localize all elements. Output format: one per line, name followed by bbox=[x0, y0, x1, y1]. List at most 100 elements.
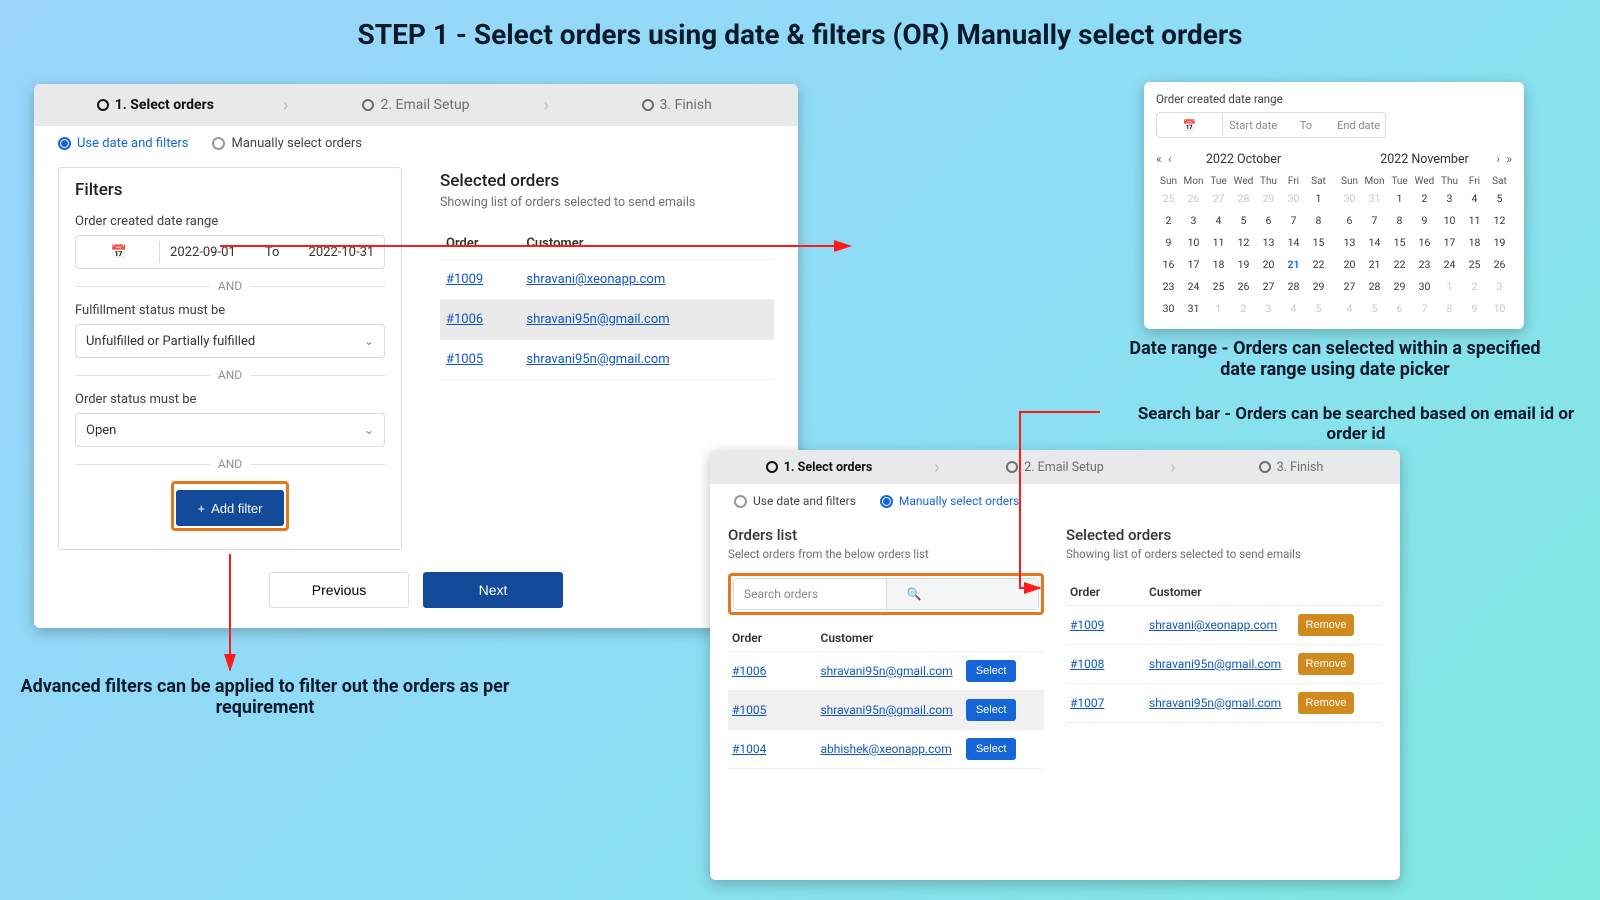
customer-link[interactable]: shravani95n@gmail.com bbox=[820, 664, 952, 678]
fulfillment-label: Fulfillment status must be bbox=[75, 303, 385, 318]
chevron-right-icon: › bbox=[277, 95, 295, 116]
table-row: #1005 shravani95n@gmail.com Select bbox=[728, 691, 1044, 730]
calendar-days[interactable]: 2526272829301234567891011121314151617181… bbox=[1156, 187, 1331, 319]
panel-select-filters: 1. Select orders › 2. Email Setup › 3. F… bbox=[34, 84, 798, 628]
selected-orders-title: Selected orders bbox=[440, 171, 774, 191]
order-link[interactable]: #1009 bbox=[446, 272, 483, 287]
selected-orders-table: Order Customer #1009 shravani@xeonapp.co… bbox=[440, 228, 774, 380]
customer-link[interactable]: shravani@xeonapp.com bbox=[526, 272, 665, 287]
col-customer: Customer bbox=[1145, 579, 1294, 606]
wizard-steps: 1. Select orders › 2. Email Setup › 3. F… bbox=[34, 84, 798, 126]
table-row: #1005 shravani95n@gmail.com bbox=[440, 340, 774, 380]
dow-row: SunMonTueWedThuFriSat bbox=[1156, 176, 1331, 187]
orders-list-panel: Orders list Select orders from the below… bbox=[728, 526, 1044, 769]
col-customer: Customer bbox=[520, 228, 774, 260]
customer-link[interactable]: shravani95n@gmail.com bbox=[1149, 696, 1281, 710]
caption-search-bar: Search bar - Orders can be searched base… bbox=[1126, 404, 1586, 444]
date-range-input[interactable]: 📅 2022-09-01 To 2022-10-31 bbox=[75, 235, 385, 269]
order-link[interactable]: #1005 bbox=[732, 703, 766, 717]
remove-button[interactable]: Remove bbox=[1298, 614, 1355, 636]
radio-use-date[interactable]: Use date and filters bbox=[734, 494, 856, 508]
calendar-days[interactable]: 3031123456789101112131415161718192021222… bbox=[1337, 187, 1512, 319]
select-button[interactable]: Select bbox=[966, 699, 1017, 721]
calendar-icon: 📅 bbox=[84, 241, 160, 263]
order-status-label: Order status must be bbox=[75, 392, 385, 407]
order-link[interactable]: #1009 bbox=[1070, 618, 1104, 632]
panel-manual-select: 1. Select orders › 2. Email Setup › 3. F… bbox=[710, 450, 1400, 880]
fulfillment-select[interactable]: Unfulfilled or Partially fulfilled⌄ bbox=[75, 324, 385, 358]
and-separator: AND bbox=[75, 279, 385, 293]
add-filter-highlight: +Add filter bbox=[171, 481, 289, 531]
pc-selected-subtitle: Showing list of orders selected to send … bbox=[1066, 547, 1382, 561]
table-row: #1008 shravani95n@gmail.com Remove bbox=[1066, 645, 1382, 684]
order-link[interactable]: #1004 bbox=[732, 742, 766, 756]
add-filter-button[interactable]: +Add filter bbox=[176, 490, 284, 526]
orders-list-subtitle: Select orders from the below orders list bbox=[728, 547, 1044, 561]
page-title: STEP 1 - Select orders using date & filt… bbox=[0, 18, 1600, 51]
search-input[interactable]: Search orders 🔍 bbox=[733, 578, 1039, 610]
dp-input[interactable]: 📅 Start date To End date bbox=[1156, 112, 1386, 138]
and-separator: AND bbox=[75, 457, 385, 471]
selected-orders-subtitle: Showing list of orders selected to send … bbox=[440, 195, 774, 210]
plus-icon: + bbox=[198, 501, 206, 516]
chevron-down-icon: ⌄ bbox=[364, 423, 374, 437]
prev-month-icon[interactable]: ‹ bbox=[1168, 152, 1172, 166]
dow-row: SunMonTueWedThuFriSat bbox=[1337, 176, 1512, 187]
pc-selected-title: Selected orders bbox=[1066, 526, 1382, 544]
select-button[interactable]: Select bbox=[966, 738, 1017, 760]
col-customer: Customer bbox=[816, 625, 961, 652]
step-email-setup[interactable]: 2. Email Setup bbox=[946, 460, 1164, 475]
customer-link[interactable]: shravani95n@gmail.com bbox=[526, 352, 669, 367]
customer-link[interactable]: shravani@xeonapp.com bbox=[1149, 618, 1277, 632]
radio-manual[interactable]: Manually select orders bbox=[212, 136, 362, 151]
table-row: #1006 shravani95n@gmail.com bbox=[440, 300, 774, 340]
month-label: 2022 October bbox=[1206, 152, 1281, 167]
order-link[interactable]: #1006 bbox=[732, 664, 766, 678]
next-year-icon[interactable]: » bbox=[1506, 152, 1512, 166]
customer-link[interactable]: shravani95n@gmail.com bbox=[820, 703, 952, 717]
customer-link[interactable]: shravani95n@gmail.com bbox=[526, 312, 669, 327]
order-link[interactable]: #1006 bbox=[446, 312, 483, 327]
chevron-right-icon: › bbox=[1164, 457, 1182, 478]
wizard-steps: 1. Select orders › 2. Email Setup › 3. F… bbox=[710, 450, 1400, 484]
chevron-down-icon: ⌄ bbox=[364, 334, 374, 348]
customer-link[interactable]: abhishek@xeonapp.com bbox=[820, 742, 951, 756]
step-finish[interactable]: 3. Finish bbox=[1182, 460, 1400, 475]
remove-button[interactable]: Remove bbox=[1298, 653, 1355, 675]
radio-use-date[interactable]: Use date and filters bbox=[58, 136, 188, 151]
selection-mode-radios: Use date and filters Manually select ord… bbox=[710, 484, 1400, 518]
filters-card: Filters Order created date range 📅 2022-… bbox=[58, 167, 402, 550]
prev-year-icon[interactable]: « bbox=[1156, 152, 1162, 166]
order-status-select[interactable]: Open⌄ bbox=[75, 413, 385, 447]
pc-selected-table: Order Customer #1009 shravani@xeonapp.co… bbox=[1066, 579, 1382, 723]
dp-label: Order created date range bbox=[1156, 92, 1512, 106]
previous-button[interactable]: Previous bbox=[269, 572, 409, 608]
radio-manual[interactable]: Manually select orders bbox=[880, 494, 1019, 508]
step-select-orders[interactable]: 1. Select orders bbox=[710, 460, 928, 475]
table-row: #1009 shravani@xeonapp.com bbox=[440, 260, 774, 300]
date-range-label: Order created date range bbox=[75, 214, 385, 229]
next-button[interactable]: Next bbox=[423, 572, 563, 608]
order-link[interactable]: #1008 bbox=[1070, 657, 1104, 671]
and-separator: AND bbox=[75, 368, 385, 382]
step-email-setup[interactable]: 2. Email Setup bbox=[295, 97, 538, 113]
order-link[interactable]: #1005 bbox=[446, 352, 483, 367]
col-order: Order bbox=[440, 228, 520, 260]
search-icon: 🔍 bbox=[897, 587, 1029, 601]
order-link[interactable]: #1007 bbox=[1070, 696, 1104, 710]
table-row: #1009 shravani@xeonapp.com Remove bbox=[1066, 606, 1382, 645]
step-finish[interactable]: 3. Finish bbox=[555, 97, 798, 113]
calendar-icon: 📅 bbox=[1157, 114, 1223, 136]
remove-button[interactable]: Remove bbox=[1298, 692, 1355, 714]
col-order: Order bbox=[1066, 579, 1145, 606]
col-order: Order bbox=[728, 625, 816, 652]
search-button[interactable]: 🔍 bbox=[886, 579, 1039, 609]
step-select-orders[interactable]: 1. Select orders bbox=[34, 97, 277, 113]
pc-selected-panel: Selected orders Showing list of orders s… bbox=[1066, 526, 1382, 769]
customer-link[interactable]: shravani95n@gmail.com bbox=[1149, 657, 1281, 671]
select-button[interactable]: Select bbox=[966, 660, 1017, 682]
selection-mode-radios: Use date and filters Manually select ord… bbox=[34, 126, 798, 161]
calendar-month-right: 2022 November › » SunMonTueWedThuFriSat … bbox=[1337, 148, 1512, 319]
next-month-icon[interactable]: › bbox=[1496, 152, 1500, 166]
orders-list-title: Orders list bbox=[728, 526, 1044, 544]
